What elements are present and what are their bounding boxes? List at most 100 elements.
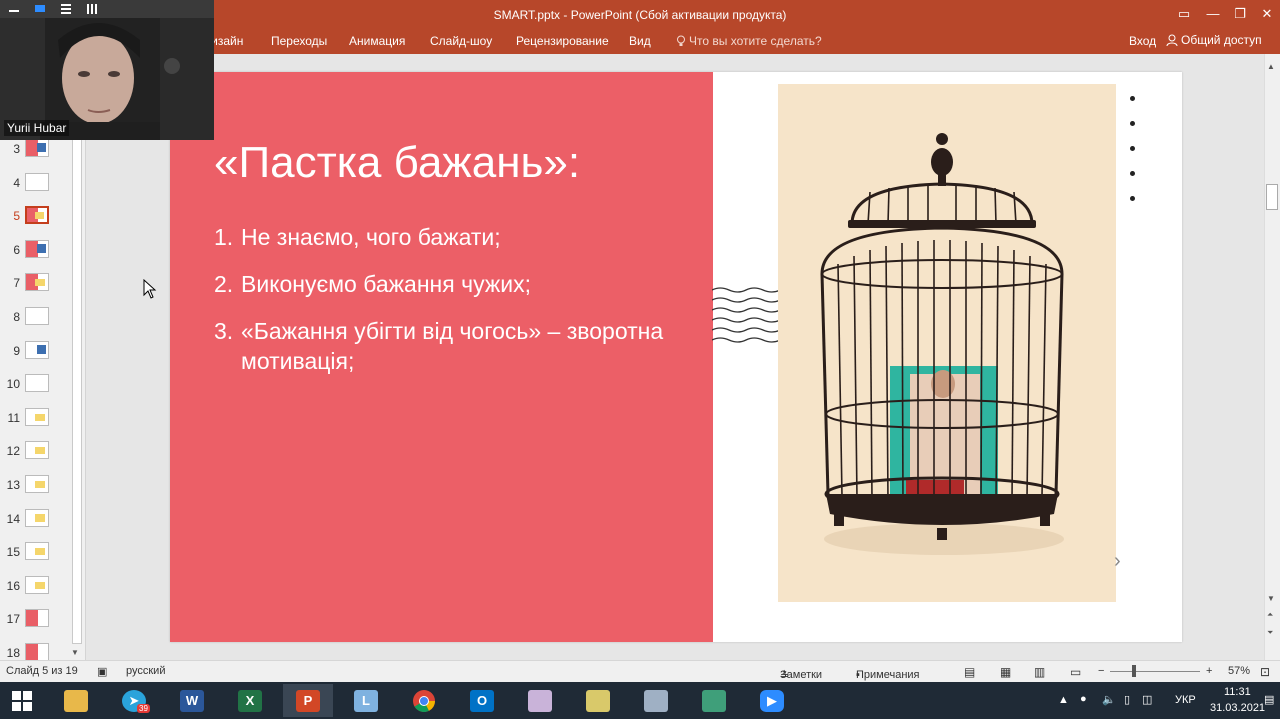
zoom-slider[interactable] <box>1110 671 1200 672</box>
slide-thumbnail-6[interactable]: 6 <box>0 237 70 267</box>
slide-sorter-icon[interactable]: ▦ <box>1000 665 1011 679</box>
slide-title[interactable]: «Пастка бажань»: <box>214 138 580 188</box>
slide-thumbnail-9[interactable]: 9 <box>0 338 70 368</box>
slide[interactable]: «Пастка бажань»: 1. Не знаємо, чого бажат… <box>170 72 1182 642</box>
lightbulb-icon <box>677 35 685 46</box>
keyboard-language[interactable]: УКР <box>1175 694 1196 706</box>
network-icon[interactable]: ◫ <box>1142 693 1152 706</box>
zoom-slider-thumb[interactable] <box>1132 665 1136 677</box>
tab-view[interactable]: Вид <box>629 34 651 48</box>
tray-app-icon[interactable]: ● <box>1080 693 1087 705</box>
taskbar-app[interactable] <box>573 684 623 717</box>
slide-thumbnail-16[interactable]: 16 <box>0 573 70 603</box>
taskbar-word[interactable]: W <box>167 684 217 717</box>
zoom-level[interactable]: 57% <box>1228 665 1250 677</box>
windows-start-icon[interactable] <box>12 691 32 711</box>
scroll-down-icon[interactable]: ▼ <box>71 648 79 657</box>
thumbnail-preview <box>25 340 49 359</box>
thumbnail-preview <box>25 643 49 661</box>
volume-icon[interactable]: 🔈 <box>1102 693 1116 706</box>
ribbon-display-icon[interactable]: ▭ <box>1170 4 1198 24</box>
slide-thumbnail-4[interactable]: 4 <box>0 170 70 200</box>
slide-thumbnail-12[interactable]: 12 <box>0 438 70 468</box>
slide-thumbnail-14[interactable]: 14 <box>0 506 70 536</box>
calculator-icon <box>644 690 668 712</box>
taskbar-telegram[interactable]: ➤ 39 <box>109 684 159 717</box>
taskbar-chrome[interactable] <box>399 684 449 717</box>
thumbnails-scroll-thumb[interactable] <box>72 132 82 644</box>
normal-view-icon[interactable]: ▤ <box>964 665 975 679</box>
taskbar-photos[interactable] <box>689 684 739 717</box>
taskbar-powerpoint[interactable]: P <box>283 684 333 717</box>
thumbnail-number: 7 <box>13 276 20 291</box>
slide-thumbnail-13[interactable]: 13 <box>0 472 70 502</box>
tab-animation[interactable]: Анимация <box>349 34 405 48</box>
sign-in-link[interactable]: Вход <box>1129 34 1156 48</box>
taskbar-calculator[interactable] <box>631 684 681 717</box>
lync-icon: L <box>354 690 378 712</box>
slide-thumbnail-15[interactable]: 15 <box>0 539 70 569</box>
speaker-view-icon[interactable] <box>34 3 46 14</box>
tab-slideshow[interactable]: Слайд-шоу <box>430 34 492 48</box>
tell-me-box[interactable]: Что вы хотите сделать? <box>676 34 822 48</box>
slide-counter: Слайд 5 из 19 <box>6 665 78 677</box>
next-slide-icon[interactable]: ⏷ <box>1267 628 1273 638</box>
slide-list[interactable]: 1. Не знаємо, чого бажати; 2. Виконуємо ба… <box>214 222 714 393</box>
language-indicator[interactable]: русский <box>126 665 165 677</box>
minimize-video-icon[interactable] <box>8 3 20 14</box>
notifications-icon[interactable]: ▤ <box>1264 693 1274 706</box>
slide-thumbnail-5[interactable]: 5 <box>0 203 70 233</box>
taskbar-outlook[interactable]: O <box>457 684 507 717</box>
scroll-up-icon[interactable]: ▲ <box>1267 62 1275 71</box>
zoom-in-icon[interactable]: + <box>1206 665 1212 677</box>
clock-time[interactable]: 11:31 <box>1224 686 1251 698</box>
battery-icon[interactable]: ▯ <box>1124 693 1130 706</box>
slide-thumbnail-8[interactable]: 8 <box>0 304 70 334</box>
thumbnail-number: 16 <box>6 578 20 593</box>
slide-thumbnail-7[interactable]: 7 <box>0 270 70 300</box>
slide-thumbnail-11[interactable]: 11 <box>0 405 70 435</box>
taskbar-paint[interactable] <box>515 684 565 717</box>
taskbar-zoom[interactable]: ▶ <box>747 684 797 717</box>
share-label: Общий доступ <box>1181 33 1262 47</box>
share-button[interactable]: Общий доступ <box>1166 33 1262 47</box>
show-hidden-icons-icon[interactable]: ▲ <box>1058 694 1069 706</box>
slide-scrollbar[interactable] <box>1264 54 1280 660</box>
mouse-cursor-icon <box>143 279 157 299</box>
thumbnail-number: 4 <box>13 175 20 190</box>
bullet-dot <box>1130 96 1135 101</box>
clock-date[interactable]: 31.03.2021 <box>1210 702 1265 714</box>
fit-slide-icon[interactable]: ⊡ <box>1260 665 1270 679</box>
thumbnail-number: 6 <box>13 242 20 257</box>
slideshow-view-icon[interactable]: ▭ <box>1070 665 1081 679</box>
zoom-out-icon[interactable]: − <box>1098 665 1104 677</box>
reading-view-icon[interactable]: ▥ <box>1034 665 1045 679</box>
slide-scroll-thumb[interactable] <box>1266 184 1278 210</box>
status-bar: Слайд 5 из 19 ▣ русский ≛ Заметки ▪ Прим… <box>0 660 1280 682</box>
slide-thumbnail-17[interactable]: 17 <box>0 606 70 636</box>
thumbnail-number: 13 <box>6 478 20 492</box>
list-text: «Бажання убігти від чогось» – зворотна м… <box>241 318 664 374</box>
grid-view-icon[interactable] <box>86 3 98 14</box>
taskbar-file-explorer[interactable] <box>51 684 101 717</box>
thumbnail-preview <box>25 575 49 594</box>
list-item: 2. Виконуємо бажання чужих; <box>214 269 714 299</box>
close-icon[interactable]: ✕ <box>1253 4 1280 24</box>
webcam-overlay[interactable]: Yurii Hubar <box>0 0 214 140</box>
strip-view-icon[interactable] <box>60 3 72 14</box>
slide-thumbnail-10[interactable]: 10 <box>0 371 70 401</box>
powerpoint-window: SMART.pptx - PowerPoint (Сбой активации … <box>0 0 1280 719</box>
chrome-icon <box>413 690 435 712</box>
restore-icon[interactable]: ❐ <box>1226 4 1254 24</box>
previous-slide-icon[interactable]: ⏶ <box>1267 610 1273 620</box>
list-item: 3. «Бажання убігти від чогось» – зворотна… <box>214 316 714 376</box>
tab-review[interactable]: Рецензирование <box>516 34 609 48</box>
taskbar-lync[interactable]: L <box>341 684 391 717</box>
spellcheck-icon[interactable]: ▣ <box>97 665 107 678</box>
taskbar-excel[interactable]: X <box>225 684 275 717</box>
minimize-icon[interactable]: — <box>1199 4 1227 24</box>
bird-cage-image[interactable] <box>778 84 1116 602</box>
tab-transitions[interactable]: Переходы <box>271 34 327 48</box>
scroll-down-icon[interactable]: ▼ <box>1267 594 1275 603</box>
slide-thumbnail-3[interactable]: 3 <box>0 136 70 166</box>
